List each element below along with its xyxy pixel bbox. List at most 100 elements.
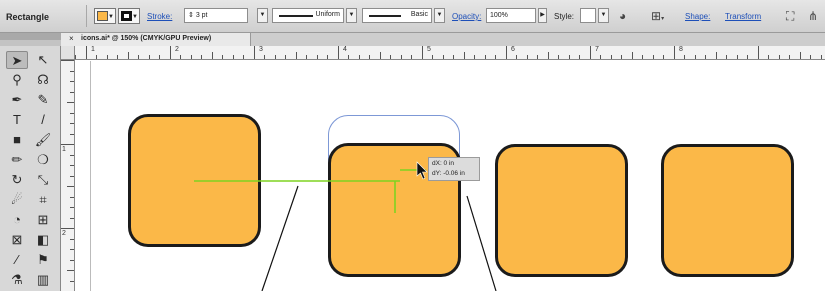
recolor-artwork-icon[interactable]: ◕: [619, 9, 626, 23]
align-icon[interactable]: ⊞▾: [651, 9, 664, 23]
ruler-tick: [516, 55, 517, 59]
tools-panel-header[interactable]: [0, 33, 61, 40]
artboard-left-edge: [90, 61, 91, 291]
lasso-tool-icon[interactable]: ☊: [32, 71, 54, 89]
pen-tool-icon[interactable]: ✒: [6, 91, 28, 109]
shape-builder-tool-icon[interactable]: ◔: [6, 211, 28, 229]
variable-width-profile[interactable]: Uniform: [272, 8, 344, 23]
graphic-style-dropdown[interactable]: ▼: [598, 8, 609, 23]
opacity-arrow[interactable]: ▶: [538, 8, 547, 23]
ruler-number: 4: [343, 46, 347, 53]
warp-tool-icon[interactable]: ☄: [6, 191, 28, 209]
horizontal-ruler[interactable]: 1 2 3 4 5 6 7 8: [75, 46, 825, 60]
rounded-rectangle-4[interactable]: [661, 144, 794, 277]
curvature-tool-icon[interactable]: ✎: [32, 91, 54, 109]
ruler-tick: [148, 55, 150, 59]
transform-panel-link[interactable]: Transform: [725, 12, 761, 21]
ruler-tick: [421, 46, 423, 59]
blob-brush-tool-icon[interactable]: ❍: [32, 151, 54, 169]
perspective-grid-tool-icon[interactable]: ⊞: [32, 211, 54, 229]
ruler-tick: [537, 55, 538, 59]
ruler-tick: [684, 55, 685, 59]
profile-dropdown[interactable]: ▼: [346, 8, 357, 23]
stroke-weight-field[interactable]: ⇕ 3 pt: [184, 8, 248, 23]
ruler-tick: [432, 55, 433, 59]
ruler-origin[interactable]: [61, 46, 75, 60]
stroke-color-swatch[interactable]: ▼: [118, 8, 140, 24]
ruler-tick: [442, 55, 444, 59]
brush-value: Basic: [410, 11, 428, 18]
fill-color-swatch[interactable]: ▼: [94, 8, 116, 24]
tools-panel-grip[interactable]: [0, 40, 61, 46]
graphic-style-swatch[interactable]: [580, 8, 596, 23]
ruler-tick: [568, 55, 570, 59]
ruler-tick: [799, 52, 801, 59]
brush-definition[interactable]: Basic: [362, 8, 432, 23]
ruler-tick: [70, 259, 74, 261]
document-tab-title: icons.ai* @ 150% (CMYK/GPU Preview): [81, 35, 212, 42]
direct-selection-tool-icon[interactable]: ↖: [32, 51, 54, 69]
rounded-rectangle-3[interactable]: [495, 144, 628, 277]
stroke-panel-link[interactable]: Stroke:: [147, 12, 172, 21]
free-transform-tool-icon[interactable]: ⌗: [32, 191, 54, 209]
ruler-tick: [694, 55, 696, 59]
stroke-weight-dropdown[interactable]: ▼: [257, 8, 268, 23]
ruler-tick: [474, 55, 475, 59]
ruler-tick: [453, 55, 454, 59]
ruler-tick: [621, 55, 622, 59]
scale-tool-icon[interactable]: ⤡: [32, 171, 54, 189]
column-graph-tool-icon[interactable]: ▥: [32, 271, 54, 289]
stepper-icon[interactable]: ⇕: [188, 12, 196, 19]
type-tool-icon[interactable]: T: [6, 111, 28, 129]
blend-tool-icon[interactable]: ⚑: [32, 251, 54, 269]
eyedropper-tool-icon[interactable]: ⁄: [6, 251, 28, 269]
ruler-tick: [600, 55, 601, 59]
more-options-icon[interactable]: ⋔: [808, 9, 818, 23]
selection-tool-icon[interactable]: ➤: [6, 51, 28, 69]
brush-dropdown[interactable]: ▼: [434, 8, 445, 23]
ruler-tick: [642, 55, 643, 59]
ruler-tick: [70, 165, 74, 166]
mesh-tool-icon[interactable]: ⊠: [6, 231, 28, 249]
ruler-tick: [201, 55, 202, 59]
ruler-number: 7: [595, 46, 599, 53]
pencil-tool-icon[interactable]: ✏: [6, 151, 28, 169]
ruler-tick: [820, 55, 822, 59]
ruler-tick: [117, 55, 118, 59]
ruler-tick: [579, 55, 580, 59]
ruler-tick: [495, 55, 496, 59]
shape-panel-link[interactable]: Shape:: [685, 12, 710, 21]
close-icon[interactable]: ×: [69, 34, 74, 43]
opacity-field[interactable]: 100%: [486, 8, 536, 23]
line-segment-tool-icon[interactable]: /: [32, 111, 54, 129]
document-tab-bar: × icons.ai* @ 150% (CMYK/GPU Preview): [61, 33, 825, 46]
ruler-tick: [348, 55, 349, 59]
ruler-tick: [526, 55, 528, 59]
ruler-tick: [127, 52, 129, 59]
paintbrush-tool-icon[interactable]: 🖌: [32, 131, 54, 149]
rotate-tool-icon[interactable]: ↻: [6, 171, 28, 189]
ruler-tick: [243, 55, 244, 59]
vertical-ruler[interactable]: 12: [61, 60, 75, 291]
ruler-tick: [810, 55, 811, 59]
ruler-tick: [70, 133, 74, 135]
chevron-down-icon: ▼: [259, 12, 266, 18]
rounded-rectangle-1[interactable]: [128, 114, 261, 247]
opacity-panel-link[interactable]: Opacity:: [452, 12, 481, 21]
magic-wand-tool-icon[interactable]: ⚲: [6, 71, 28, 89]
ruler-tick: [190, 55, 192, 59]
ruler-tick: [70, 238, 74, 240]
smart-guide-tooltip: dX: 0 in dY: -0.06 in: [428, 157, 480, 181]
control-bar: Rectangle ▼ ▼ Stroke: ⇕ 3 pt ▼ Uniform ▼…: [0, 0, 825, 33]
document-tab[interactable]: × icons.ai* @ 150% (CMYK/GPU Preview): [61, 33, 251, 46]
ruler-tick: [558, 55, 559, 59]
chevron-down-icon: ▼: [348, 12, 355, 18]
style-label: Style:: [554, 12, 575, 21]
rectangle-tool-icon[interactable]: ■: [6, 131, 28, 149]
ruler-tick: [61, 228, 74, 229]
isolate-selected-icon[interactable]: ⛶: [786, 9, 794, 24]
gradient-tool-icon[interactable]: ◧: [32, 231, 54, 249]
ruler-tick: [306, 55, 307, 59]
ruler-tick: [70, 207, 74, 208]
symbol-sprayer-tool-icon[interactable]: ⚗: [6, 271, 28, 289]
